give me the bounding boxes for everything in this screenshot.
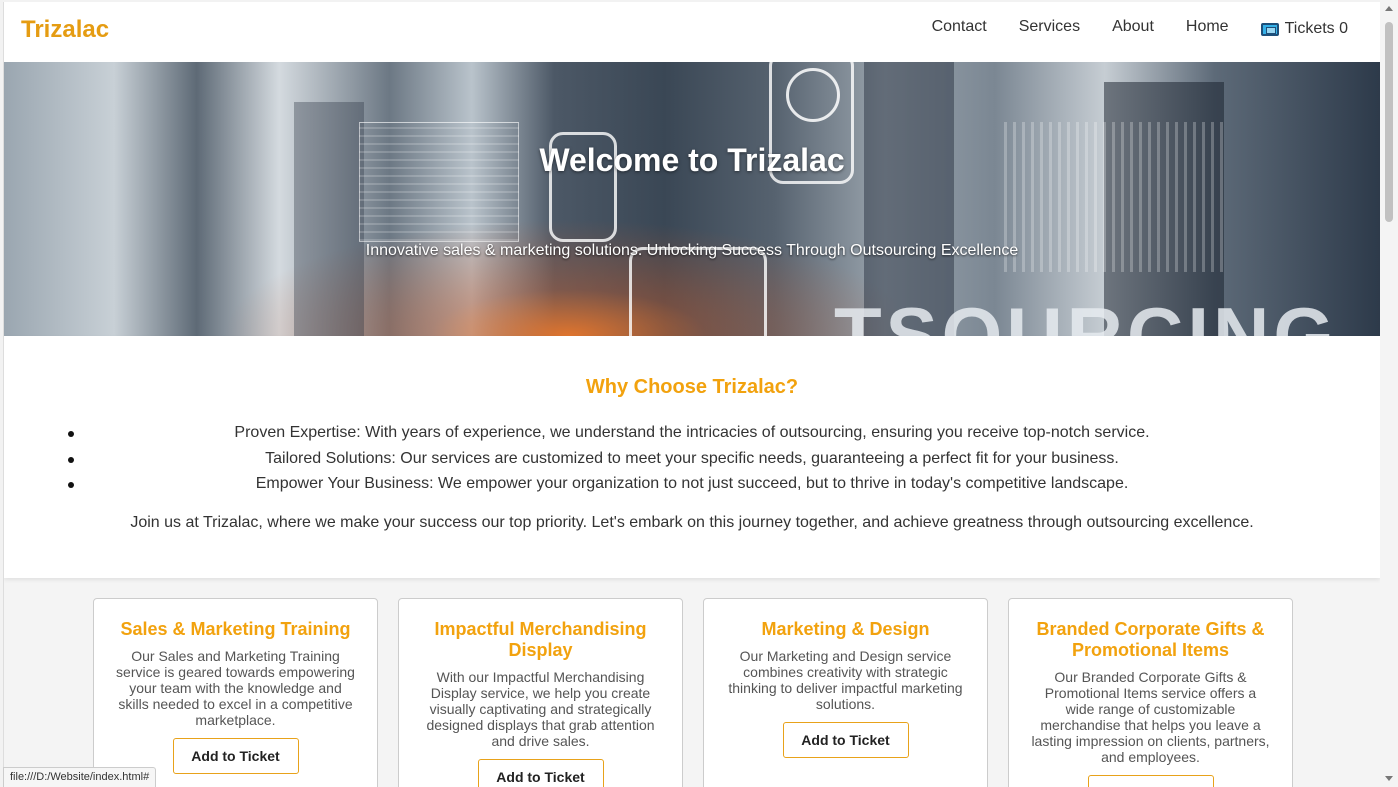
hero-background-word: TSOURCING — [834, 291, 1338, 336]
service-description: Our Marketing and Design service combine… — [728, 648, 963, 712]
tickets-count-label: Tickets 0 — [1284, 20, 1348, 37]
nav-tickets[interactable]: Tickets 0 — [1260, 20, 1348, 38]
why-heading: Why Choose Trizalac? — [585, 376, 799, 398]
list-item: Proven Expertise: With years of experien… — [4, 422, 1380, 448]
service-title: Marketing & Design — [761, 619, 930, 639]
service-description: Our Branded Corporate Gifts & Promotiona… — [1031, 669, 1270, 765]
service-title: Branded Corporate Gifts & Promotional It… — [1036, 619, 1265, 660]
hero-person-frame — [629, 247, 767, 336]
site-header: Trizalac Contact Services About Home Tic… — [4, 2, 1380, 62]
service-card-corporate-gifts: Branded Corporate Gifts & Promotional It… — [1008, 598, 1293, 787]
hero-banner: TSOURCING Welcome to Trizalac Innovative… — [4, 62, 1380, 336]
list-item: Empower Your Business: We empower your o… — [4, 473, 1380, 499]
why-list: Proven Expertise: With years of experien… — [4, 422, 1380, 499]
scrollbar-thumb[interactable] — [1385, 22, 1393, 222]
page: Trizalac Contact Services About Home Tic… — [3, 2, 1380, 787]
why-choose-section: Why Choose Trizalac? Proven Expertise: W… — [4, 336, 1380, 578]
service-title: Impactful Merchandising Display — [434, 619, 647, 660]
hero-subtitle: Innovative sales & marketing solutions. … — [365, 242, 1019, 259]
site-logo[interactable]: Trizalac — [21, 16, 109, 44]
join-text: Join us at Trizalac, where we make your … — [130, 514, 1254, 531]
globe-icon — [786, 68, 840, 122]
add-to-ticket-button[interactable]: Add to Ticket — [477, 759, 604, 787]
service-description: Our Sales and Marketing Training service… — [116, 648, 355, 728]
add-to-ticket-button[interactable]: Add to Ticket — [172, 738, 299, 774]
nav-about[interactable]: About — [1112, 18, 1154, 36]
ticket-icon — [1260, 22, 1279, 36]
nav-home[interactable]: Home — [1186, 18, 1229, 36]
service-card-merchandising: Impactful Merchandising Display With our… — [398, 598, 683, 787]
service-title: Sales & Marketing Training — [120, 619, 351, 639]
services-section: Sales & Marketing Training Our Sales and… — [4, 578, 1380, 787]
nav-contact[interactable]: Contact — [932, 18, 987, 36]
hero-data-panel — [359, 122, 519, 242]
hero-title: Welcome to Trizalac — [539, 142, 845, 178]
add-to-ticket-button[interactable]: Add to Ticket — [1087, 775, 1214, 787]
list-item: Tailored Solutions: Our services are cus… — [4, 448, 1380, 474]
add-to-ticket-button[interactable]: Add to Ticket — [782, 722, 909, 758]
service-card-marketing-design: Marketing & Design Our Marketing and Des… — [703, 598, 988, 787]
main-nav: Contact Services About Home Tickets 0 — [900, 16, 1348, 38]
scroll-down-arrow-icon[interactable] — [1385, 776, 1393, 781]
scroll-up-arrow-icon[interactable] — [1385, 6, 1393, 11]
nav-services[interactable]: Services — [1019, 18, 1080, 36]
vertical-scrollbar[interactable] — [1380, 0, 1398, 787]
hero-building-shape — [294, 102, 364, 336]
status-bar-url: file:///D:/Website/index.html# — [3, 767, 157, 787]
service-description: With our Impactful Merchandising Display… — [426, 669, 655, 749]
service-card-sales-training: Sales & Marketing Training Our Sales and… — [93, 598, 378, 787]
